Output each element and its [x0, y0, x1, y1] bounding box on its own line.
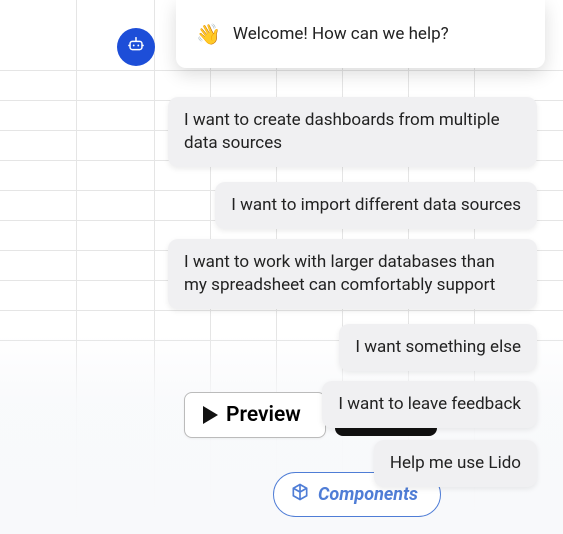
play-icon: [203, 406, 218, 424]
chat-header-text: Welcome! How can we help?: [233, 24, 449, 44]
bot-icon: [125, 34, 147, 60]
chat-option-label: I want to import different data sources: [231, 195, 521, 215]
wave-icon: 👋: [196, 22, 221, 46]
chat-option-label: I want to create dashboards from multipl…: [184, 110, 500, 153]
chat-header: 👋 Welcome! How can we help?: [176, 0, 545, 68]
chat-option-help-lido[interactable]: Help me use Lido: [374, 440, 537, 487]
components-icon: [290, 482, 310, 507]
chat-option-larger-db[interactable]: I want to work with larger databases tha…: [168, 239, 537, 309]
chat-option-dashboards[interactable]: I want to create dashboards from multipl…: [168, 97, 537, 167]
chat-option-import[interactable]: I want to import different data sources: [215, 182, 537, 229]
chat-option-something-else[interactable]: I want something else: [339, 324, 537, 371]
chatbot-badge[interactable]: [117, 28, 155, 66]
chat-option-label: Help me use Lido: [390, 453, 521, 473]
chat-option-label: I want to work with larger databases tha…: [184, 252, 495, 295]
chat-option-label: I want to leave feedback: [338, 394, 521, 414]
chat-option-label: I want something else: [355, 337, 521, 357]
preview-label: Preview: [226, 403, 301, 427]
preview-button[interactable]: Preview: [184, 392, 326, 438]
chat-option-feedback[interactable]: I want to leave feedback: [322, 381, 537, 428]
components-label: Components: [318, 484, 418, 505]
